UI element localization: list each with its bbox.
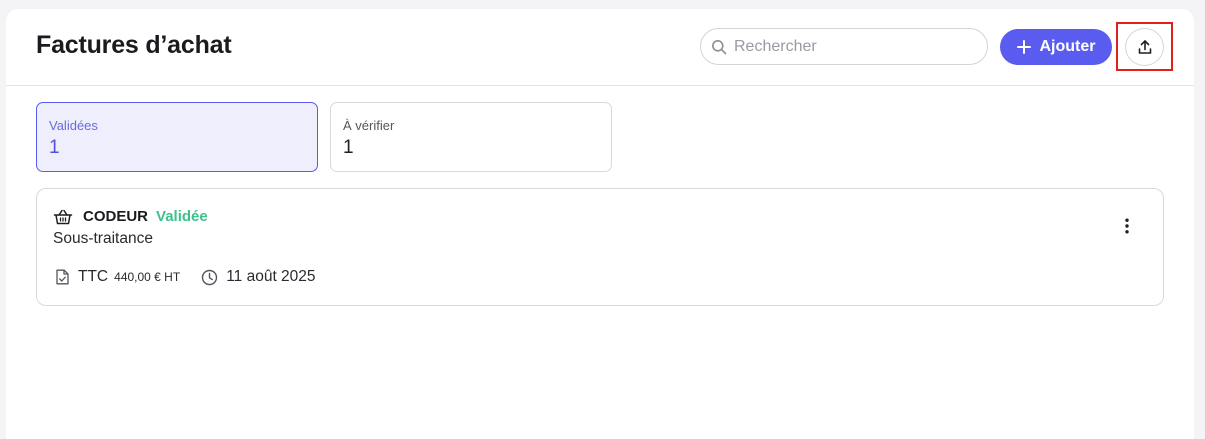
- filter-count: 1: [343, 137, 354, 158]
- search-input[interactable]: [734, 37, 974, 56]
- page-header: Factures d’achat Ajouter: [6, 9, 1194, 86]
- main-panel: Factures d’achat Ajouter: [6, 9, 1194, 439]
- invoice-card[interactable]: CODEUR Validée Sous-traitance TTC 440,00…: [36, 188, 1164, 306]
- more-vertical-icon: [1125, 218, 1129, 234]
- invoice-meta-row: TTC 440,00 € HT 11 août 2025: [56, 268, 316, 286]
- vendor-name: CODEUR: [83, 208, 149, 225]
- search-icon: [712, 39, 727, 54]
- upload-button[interactable]: [1125, 28, 1164, 66]
- upload-icon: [1138, 40, 1151, 54]
- invoice-category: Sous-traitance: [53, 230, 153, 247]
- ttc-label: TTC: [78, 268, 109, 285]
- ht-amount: 440,00 € HT: [114, 270, 181, 284]
- filter-label: Validées: [49, 118, 98, 133]
- invoice-date: 11 août 2025: [226, 268, 316, 285]
- basket-icon: [53, 209, 73, 224]
- add-button-label: Ajouter: [1039, 38, 1096, 55]
- status-badge: Validée: [156, 208, 208, 225]
- more-options-button[interactable]: [1117, 215, 1137, 237]
- filter-card-a-verifier[interactable]: À vérifier 1: [330, 102, 612, 172]
- add-button[interactable]: Ajouter: [1000, 29, 1112, 65]
- invoice-header-row: CODEUR Validée: [53, 208, 208, 225]
- clock-icon: [201, 269, 218, 286]
- plus-icon: [1016, 40, 1031, 54]
- page-title: Factures d’achat: [36, 31, 232, 59]
- search-box[interactable]: [700, 28, 988, 65]
- filter-count: 1: [49, 137, 60, 158]
- document-check-icon: [56, 269, 69, 285]
- filter-label: À vérifier: [343, 118, 395, 133]
- filter-card-validees[interactable]: Validées 1: [36, 102, 318, 172]
